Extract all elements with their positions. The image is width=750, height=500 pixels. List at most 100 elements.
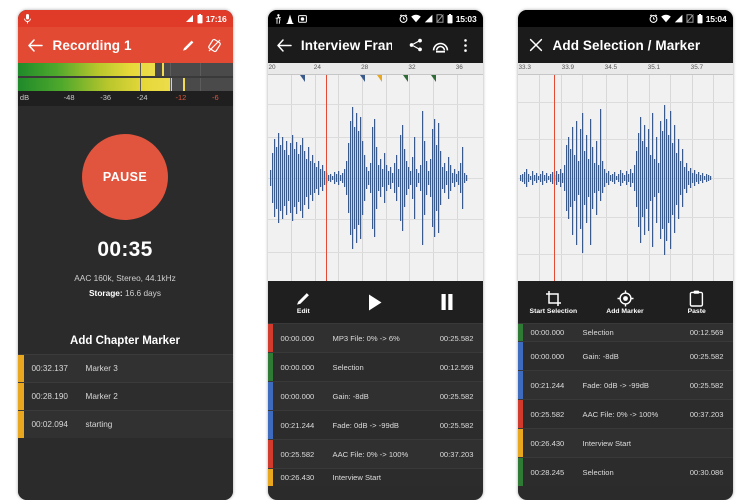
- event-row[interactable]: 00:26.430 Interview Start: [517, 428, 733, 457]
- event-name: AAC File: 0% -> 100%: [582, 409, 659, 419]
- event-name: Selection: [582, 328, 614, 337]
- clipboard-icon: [689, 290, 704, 307]
- event-end-time: 00:25.582: [689, 380, 724, 390]
- waveform-canvas[interactable]: [517, 75, 733, 281]
- sim-off-icon: [435, 14, 444, 23]
- three-phone-screenshot-strip: 17:16 Recording 1 dB -48 -36 -24 -12 -6 …: [0, 0, 750, 500]
- marker-time: 00:02.094: [31, 420, 68, 429]
- event-row[interactable]: 00:00.000 Selection 00:12.569: [517, 323, 733, 341]
- pause-button[interactable]: [411, 293, 483, 311]
- elapsed-time: 00:35: [97, 238, 153, 261]
- pause-button[interactable]: PAUSE: [82, 134, 168, 220]
- event-color-bar: [267, 411, 273, 439]
- storage-value: 16.6 days: [124, 288, 161, 298]
- no-rotate-icon[interactable]: [206, 36, 224, 54]
- marker-toolbar: Start Selection Add Marker Paste: [517, 281, 733, 323]
- editor-toolbar: Edit: [267, 281, 483, 323]
- status-bar-left-icons: [23, 13, 31, 24]
- level-meter-scale: dB -48 -36 -24 -12 -6: [17, 91, 233, 106]
- recorder-screen: 17:16 Recording 1 dB -48 -36 -24 -12 -6 …: [17, 10, 233, 500]
- event-row[interactable]: 00:21.244 Fade: 0dB -> -99dB 00:25.582: [517, 370, 733, 399]
- waveform-canvas[interactable]: [267, 75, 483, 281]
- add-chapter-marker-button[interactable]: Add Chapter Marker: [18, 335, 233, 347]
- time-ruler[interactable]: 20 24 28 32 36: [267, 63, 483, 75]
- event-color-bar: [267, 353, 273, 381]
- meter-tick--6: -6: [211, 93, 219, 102]
- ruler-tick: 33.3: [518, 64, 531, 71]
- event-start-time: 00:00.000: [280, 362, 315, 372]
- marker-flag[interactable]: [402, 75, 408, 82]
- share-icon[interactable]: [408, 36, 424, 54]
- event-end-time: 00:25.582: [439, 391, 474, 401]
- ruler-tick: 34.5: [604, 64, 618, 71]
- event-row[interactable]: 00:00.000 Gain: -8dB 00:25.582: [517, 341, 733, 370]
- level-meter-channel-right: [17, 78, 233, 91]
- meter-fill-left: [17, 63, 156, 76]
- event-list: 00:00.000 MP3 File: 0% -> 6% 00:25.582 0…: [267, 323, 483, 486]
- event-name: Interview Start: [582, 438, 632, 448]
- marker-label: Marker 2: [85, 392, 118, 401]
- back-arrow-icon[interactable]: [277, 36, 293, 54]
- meter-peak-left: [161, 63, 164, 76]
- event-row[interactable]: 00:25.582 AAC File: 0% -> 100% 00:37.203: [267, 439, 483, 468]
- alarm-icon: [649, 14, 658, 23]
- event-row[interactable]: 00:25.582 AAC File: 0% -> 100% 00:37.203: [517, 399, 733, 428]
- event-end-time: 00:12.569: [689, 328, 724, 337]
- marker-row[interactable]: 00:28.190 Marker 2: [17, 382, 233, 410]
- wifi-icon: [660, 14, 671, 23]
- marker-flag[interactable]: [299, 75, 305, 82]
- event-row[interactable]: 00:21.244 Fade: 0dB -> -99dB 00:25.582: [267, 410, 483, 439]
- play-icon: [369, 294, 382, 310]
- event-color-bar: [517, 429, 523, 457]
- start-selection-button[interactable]: Start Selection: [518, 290, 590, 315]
- marker-flag[interactable]: [430, 75, 436, 82]
- meter-tick--24: -24: [136, 93, 148, 102]
- event-start-time: 00:00.000: [530, 328, 565, 337]
- close-icon[interactable]: [527, 36, 545, 54]
- status-bar-right-icons: 15:04: [649, 13, 727, 24]
- add-marker-button[interactable]: Add Marker: [589, 290, 661, 315]
- overflow-menu-icon[interactable]: [457, 36, 473, 54]
- ruler-tick: 20: [268, 64, 276, 71]
- pencil-icon[interactable]: [180, 36, 198, 54]
- battery-icon: [197, 13, 203, 24]
- event-row[interactable]: 00:00.000 MP3 File: 0% -> 6% 00:25.582: [267, 323, 483, 352]
- playhead[interactable]: [325, 75, 327, 281]
- back-arrow-icon[interactable]: [27, 36, 45, 54]
- event-row[interactable]: 00:28.245 Selection 00:30.086: [517, 457, 733, 486]
- event-row[interactable]: 00:00.000 Gain: -8dB 00:25.582: [267, 381, 483, 410]
- status-bar: 15:04: [517, 10, 733, 27]
- meter-tick--36: -36: [100, 93, 112, 102]
- event-name: AAC File: 0% -> 100%: [332, 449, 409, 459]
- event-start-time: 00:00.000: [280, 391, 315, 401]
- paste-button[interactable]: Paste: [661, 290, 733, 315]
- status-bar-clock: 15:04: [705, 13, 727, 24]
- event-row[interactable]: 00:00.000 Selection 00:12.569: [267, 352, 483, 381]
- vlc-icon: [297, 14, 307, 24]
- edit-button[interactable]: Edit: [268, 290, 340, 315]
- play-button[interactable]: [339, 293, 411, 312]
- event-start-time: 00:21.244: [280, 420, 315, 430]
- playhead[interactable]: [554, 75, 556, 281]
- event-row[interactable]: 00:26.430 Interview Start: [267, 468, 483, 486]
- ruler-tick: 36: [455, 64, 463, 71]
- auphonic-logo-icon[interactable]: [432, 36, 449, 54]
- marker-row[interactable]: 00:32.137 Marker 3: [17, 354, 233, 382]
- marker-flag[interactable]: [377, 75, 383, 82]
- page-title: Recording 1: [52, 37, 132, 53]
- marker-flag[interactable]: [359, 75, 365, 82]
- phone-add-marker: 15:04 Add Selection / Marker 33.3 33.9 3…: [500, 0, 750, 500]
- time-ruler[interactable]: 33.3 33.9 34.5 35.1 35.7: [517, 63, 733, 75]
- status-bar: 15:03: [267, 10, 483, 27]
- event-start-time: 00:25.582: [530, 409, 565, 419]
- phone-recorder: 17:16 Recording 1 dB -48 -36 -24 -12 -6 …: [0, 0, 250, 500]
- event-start-time: 00:00.000: [530, 351, 565, 361]
- level-meter: dB -48 -36 -24 -12 -6: [17, 63, 233, 106]
- meter-fill-right: [17, 78, 173, 91]
- marker-row[interactable]: 00:02.094 starting: [17, 410, 233, 438]
- signal-icon: [674, 14, 683, 23]
- event-start-time: 00:28.245: [530, 467, 565, 477]
- marker-color-bar: [17, 355, 24, 382]
- ruler-tick: 24: [313, 64, 321, 71]
- battery-icon: [697, 13, 703, 24]
